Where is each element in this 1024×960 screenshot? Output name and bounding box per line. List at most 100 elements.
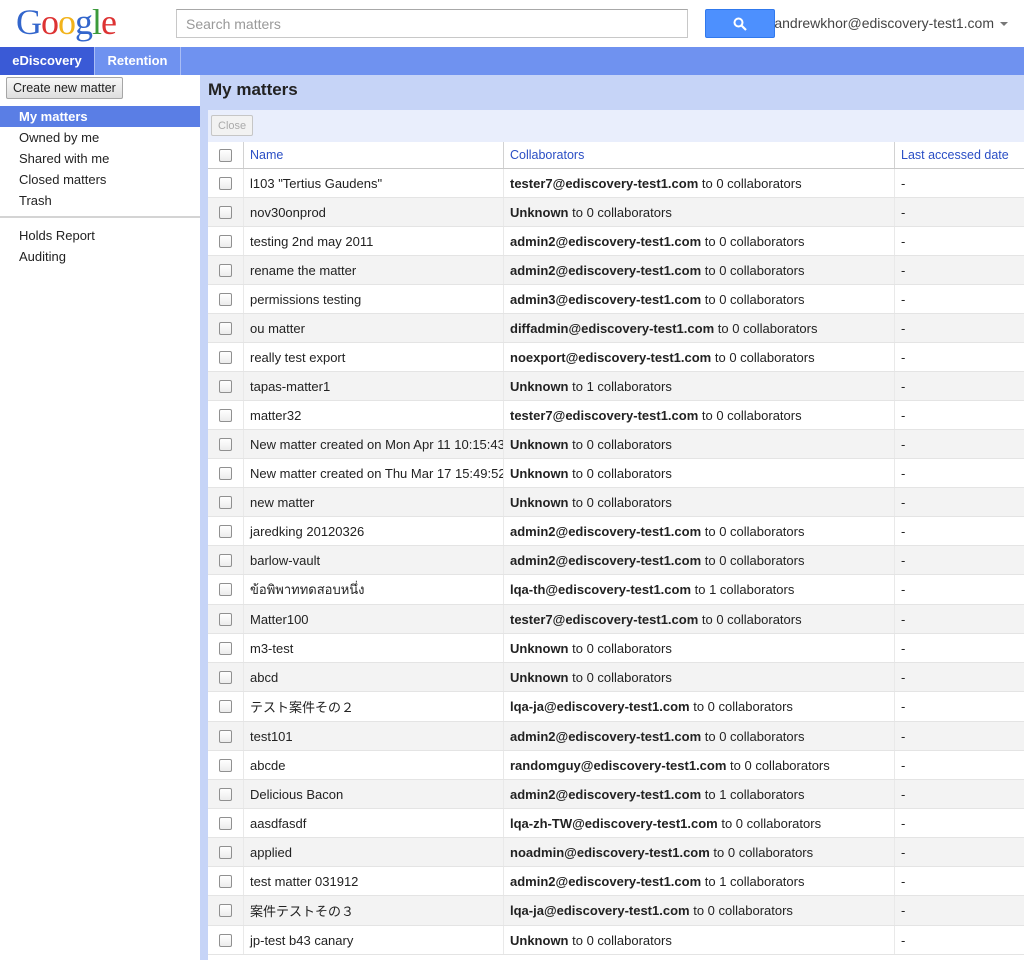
sidebar-item-trash[interactable]: Trash [0, 190, 200, 211]
table-row[interactable]: New matter created on Thu Mar 17 15:49:5… [208, 459, 1024, 488]
row-checkbox[interactable] [219, 466, 232, 480]
matter-name[interactable]: テスト案件その２ [244, 692, 504, 721]
tab-retention[interactable]: Retention [95, 47, 181, 75]
matter-name[interactable]: new matter [244, 488, 504, 516]
table-row[interactable]: Delicious Bacon admin2@ediscovery-test1.c… [208, 780, 1024, 809]
matter-name[interactable]: nov30onprod [244, 198, 504, 226]
sidebar-item-holds-report[interactable]: Holds Report [0, 225, 200, 246]
row-checkbox[interactable] [219, 379, 232, 393]
tab-ediscovery[interactable]: eDiscovery [0, 47, 95, 75]
column-header-name[interactable]: Name [244, 142, 504, 168]
table-row[interactable]: test101 admin2@ediscovery-test1.com to 0 … [208, 722, 1024, 751]
matter-name[interactable]: aasdfasdf [244, 809, 504, 837]
account-menu[interactable]: andrewkhor@ediscovery-test1.com [774, 15, 1008, 31]
row-checkbox[interactable] [219, 729, 232, 743]
matter-name[interactable]: ข้อพิพาททดสอบหนึ่ง [244, 575, 504, 604]
table-row[interactable]: m3-test Unknown to 0 collaborators - [208, 634, 1024, 663]
row-checkbox[interactable] [219, 874, 232, 888]
row-checkbox[interactable] [219, 205, 232, 219]
table-row[interactable]: rename the matter admin2@ediscovery-test1… [208, 256, 1024, 285]
row-checkbox[interactable] [219, 816, 232, 830]
sidebar-item-auditing[interactable]: Auditing [0, 246, 200, 267]
select-all-checkbox[interactable] [219, 148, 232, 162]
table-row[interactable]: nov30onprod Unknown to 0 collaborators - [208, 198, 1024, 227]
table-row[interactable]: 案件テストその３ lqa-ja@ediscovery-test1.com to 0… [208, 896, 1024, 926]
matter-name[interactable]: l103 "Tertius Gaudens" [244, 169, 504, 197]
google-logo[interactable]: Google [16, 2, 117, 42]
matter-name[interactable]: applied [244, 838, 504, 866]
table-row[interactable]: applied noadmin@ediscovery-test1.com to 0… [208, 838, 1024, 867]
matter-name[interactable]: Matter100 [244, 605, 504, 633]
sidebar-item-my-matters[interactable]: My matters [0, 106, 200, 127]
table-row[interactable]: jaredking 20120326 admin2@ediscovery-test… [208, 517, 1024, 546]
row-checkbox[interactable] [219, 787, 232, 801]
matter-name[interactable]: permissions testing [244, 285, 504, 313]
table-row[interactable]: abcde randomguy@ediscovery-test1.com to 0… [208, 751, 1024, 780]
table-row[interactable]: New matter created on Mon Apr 11 10:15:4… [208, 430, 1024, 459]
column-header-collaborators[interactable]: Collaborators [504, 142, 895, 168]
row-checkbox[interactable] [219, 641, 232, 655]
matter-name[interactable]: New matter created on Mon Apr 11 10:15:4… [244, 430, 504, 458]
matter-name[interactable]: rename the matter [244, 256, 504, 284]
matter-name[interactable]: jp-test b43 canary [244, 926, 504, 954]
table-row[interactable]: matter32 tester7@ediscovery-test1.com to … [208, 401, 1024, 430]
row-checkbox[interactable] [219, 350, 232, 364]
row-checkbox[interactable] [219, 553, 232, 567]
create-new-matter-button[interactable]: Create new matter [6, 77, 123, 99]
row-checkbox[interactable] [219, 845, 232, 859]
matter-name[interactable]: test matter 031912 [244, 867, 504, 895]
table-row[interactable]: ข้อพิพาททดสอบหนึ่ง lqa-th@ediscovery-test… [208, 575, 1024, 605]
matter-name[interactable]: abcde [244, 751, 504, 779]
matter-name[interactable]: test101 [244, 722, 504, 750]
column-header-last-accessed[interactable]: Last accessed date [895, 142, 1024, 168]
row-checkbox[interactable] [219, 670, 232, 684]
table-row[interactable]: really test export noexport@ediscovery-te… [208, 343, 1024, 372]
table-row[interactable]: permissions testing admin3@ediscovery-tes… [208, 285, 1024, 314]
table-row[interactable]: abcd Unknown to 0 collaborators - [208, 663, 1024, 692]
matter-name[interactable]: tapas-matter1 [244, 372, 504, 400]
matter-name[interactable]: ou matter [244, 314, 504, 342]
table-row[interactable]: tapas-matter1 Unknown to 1 collaborators - [208, 372, 1024, 401]
table-row[interactable]: testing 2nd may 2011 admin2@ediscovery-te… [208, 227, 1024, 256]
sidebar-item-closed-matters[interactable]: Closed matters [0, 169, 200, 190]
row-checkbox[interactable] [219, 176, 232, 190]
table-row[interactable]: テスト案件その２ lqa-ja@ediscovery-test1.com to 0… [208, 692, 1024, 722]
row-checkbox[interactable] [219, 234, 232, 248]
row-checkbox[interactable] [219, 408, 232, 422]
matter-name[interactable]: really test export [244, 343, 504, 371]
matter-name[interactable]: testing 2nd may 2011 [244, 227, 504, 255]
row-checkbox[interactable] [219, 321, 232, 335]
matter-name[interactable]: m3-test [244, 634, 504, 662]
matter-name[interactable]: Delicious Bacon [244, 780, 504, 808]
matter-name[interactable]: matter32 [244, 401, 504, 429]
table-row[interactable]: barlow-vault admin2@ediscovery-test1.com … [208, 546, 1024, 575]
table-row[interactable]: Matter100 tester7@ediscovery-test1.com to… [208, 605, 1024, 634]
row-checkbox[interactable] [219, 758, 232, 772]
row-checkbox[interactable] [219, 524, 232, 538]
search-button[interactable] [705, 9, 775, 38]
table-row[interactable]: new matter Unknown to 0 collaborators - [208, 488, 1024, 517]
table-row[interactable]: jp-test b43 canary Unknown to 0 collabora… [208, 926, 1024, 955]
row-checkbox[interactable] [219, 700, 232, 713]
matter-name[interactable]: 案件テストその３ [244, 896, 504, 925]
row-checkbox[interactable] [219, 437, 232, 451]
matter-name[interactable]: New matter created on Thu Mar 17 15:49:5… [244, 459, 504, 487]
row-checkbox[interactable] [219, 292, 232, 306]
row-checkbox[interactable] [219, 904, 232, 917]
sidebar-item-shared-with-me[interactable]: Shared with me [0, 148, 200, 169]
row-checkbox[interactable] [219, 263, 232, 277]
table-row[interactable]: ou matter diffadmin@ediscovery-test1.com … [208, 314, 1024, 343]
table-row[interactable]: l103 "Tertius Gaudens" tester7@ediscovery… [208, 169, 1024, 198]
search-input[interactable] [176, 9, 688, 38]
row-checkbox[interactable] [219, 612, 232, 626]
row-checkbox[interactable] [219, 933, 232, 947]
row-checkbox[interactable] [219, 495, 232, 509]
table-row[interactable]: aasdfasdf lqa-zh-TW@ediscovery-test1.com … [208, 809, 1024, 838]
matter-name[interactable]: barlow-vault [244, 546, 504, 574]
close-matter-button[interactable]: Close [211, 115, 254, 136]
row-checkbox[interactable] [219, 583, 232, 596]
matter-name[interactable]: abcd [244, 663, 504, 691]
table-row[interactable]: test matter 031912 admin2@ediscovery-test… [208, 867, 1024, 896]
matter-name[interactable]: jaredking 20120326 [244, 517, 504, 545]
sidebar-item-owned-by-me[interactable]: Owned by me [0, 127, 200, 148]
